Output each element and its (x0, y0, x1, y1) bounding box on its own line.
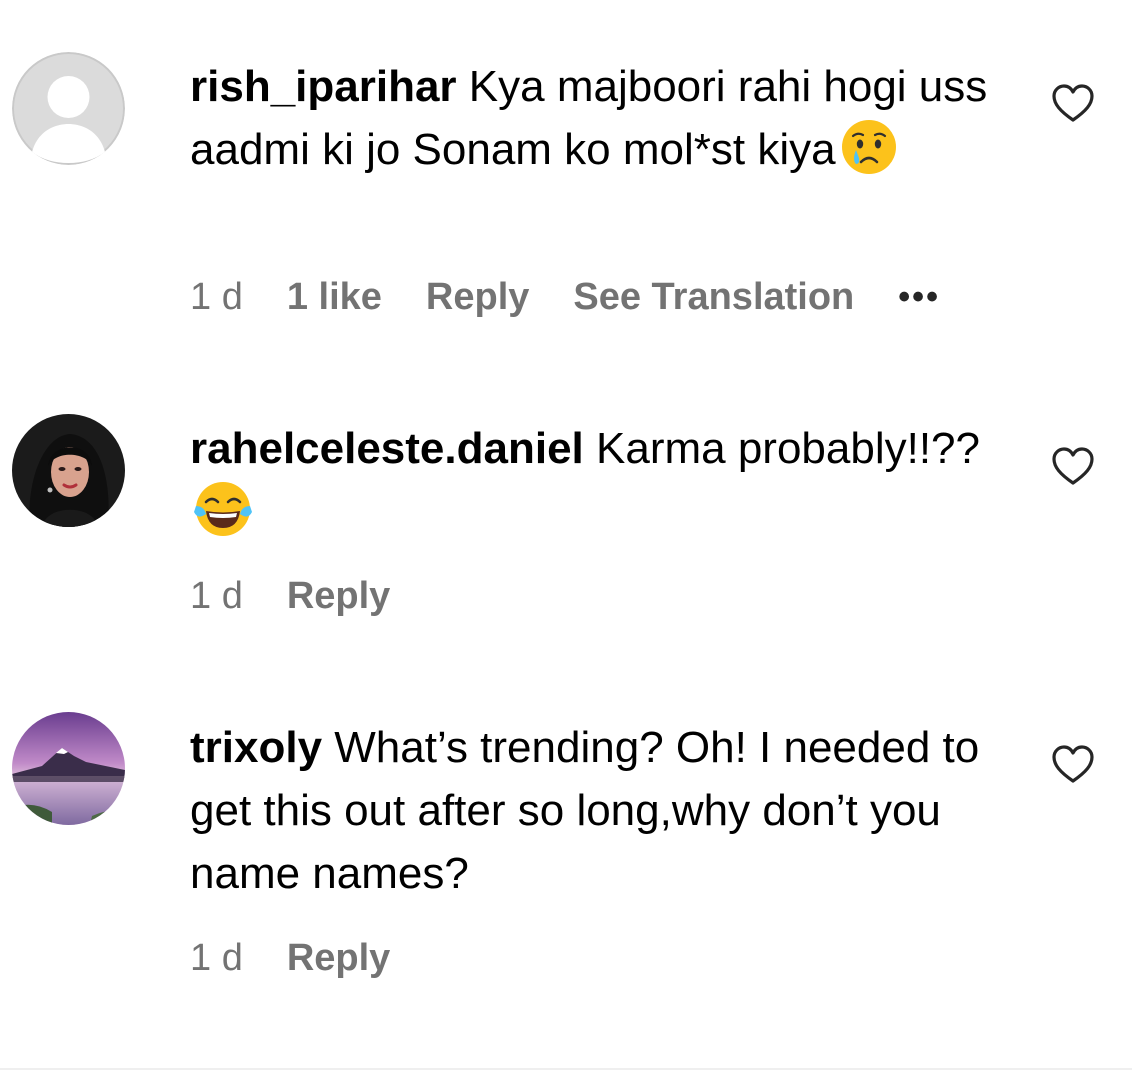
comment-timestamp: 1 d (190, 575, 243, 617)
divider (0, 1068, 1132, 1070)
comment-text: trixoly What’s trending? Oh! I needed to… (190, 716, 990, 905)
crying-face-emoji (840, 118, 898, 176)
see-translation-button[interactable]: See Translation (573, 276, 854, 319)
comment-username[interactable]: trixoly (190, 723, 322, 772)
user-photo (12, 414, 125, 527)
comment-text: rahelceleste.daniel Karma probably!!?? (190, 417, 990, 543)
avatar[interactable] (12, 712, 125, 825)
heart-icon[interactable] (1052, 744, 1094, 784)
heart-icon[interactable] (1052, 446, 1094, 486)
face-with-tears-of-joy-emoji (194, 480, 252, 538)
avatar[interactable] (12, 52, 125, 165)
comment-body: Karma probably!!?? (596, 424, 980, 473)
comment-username[interactable]: rish_iparihar (190, 62, 457, 111)
reply-button[interactable]: Reply (426, 276, 529, 319)
likes-count[interactable]: 1 like (287, 276, 382, 319)
comment-text: rish_iparihar Kya majboori rahi hogi uss… (190, 55, 990, 181)
comment-timestamp: 1 d (190, 276, 243, 318)
default-profile-icon (12, 52, 125, 165)
comment-meta: 1 d 1 like Reply See Translation ••• (190, 276, 940, 319)
more-options-icon[interactable]: ••• (898, 278, 940, 317)
comment-username[interactable]: rahelceleste.daniel (190, 424, 584, 473)
heart-icon[interactable] (1052, 83, 1094, 123)
reply-button[interactable]: Reply (287, 575, 390, 618)
comment-meta: 1 d Reply (190, 575, 434, 618)
reply-button[interactable]: Reply (287, 937, 390, 980)
mountain-lake-photo (12, 712, 125, 825)
comment-timestamp: 1 d (190, 937, 243, 979)
comment-meta: 1 d Reply (190, 937, 434, 980)
avatar[interactable] (12, 414, 125, 527)
